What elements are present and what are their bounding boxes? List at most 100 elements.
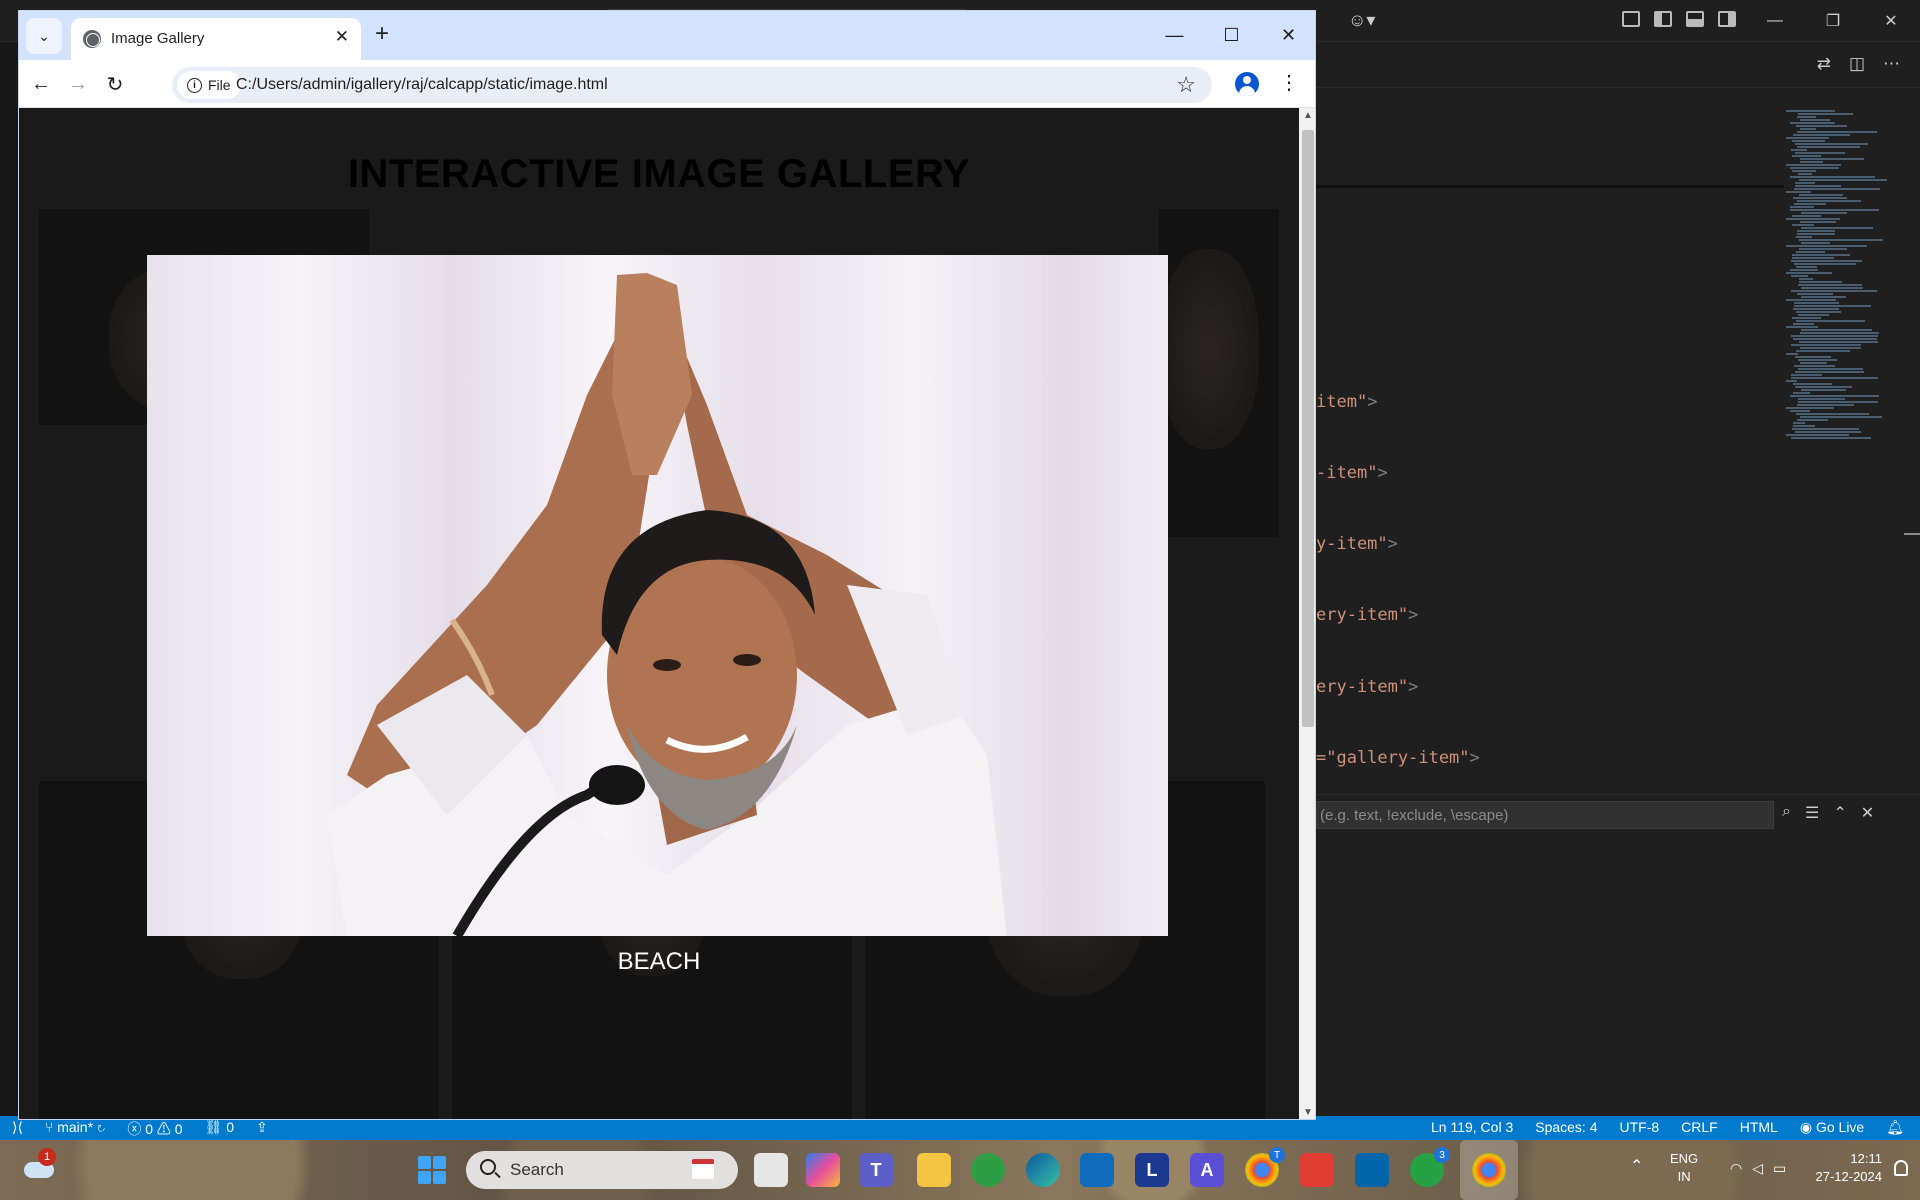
scrollbar-thumb[interactable] [1302, 130, 1314, 727]
activity-bar [0, 42, 18, 1116]
chrome-profile-icon[interactable]: T [1245, 1147, 1285, 1187]
notification-bell-icon[interactable] [1894, 1160, 1908, 1176]
lightbox-caption: BEACH [617, 948, 701, 975]
minimap-line [1800, 221, 1837, 223]
minimap-line [1798, 113, 1853, 115]
language-indicator[interactable]: ENG IN [1670, 1150, 1698, 1186]
lightbox-image[interactable] [147, 255, 1168, 936]
chevron-up-icon[interactable]: ⌃ [1630, 1156, 1643, 1176]
weather-widget[interactable]: 1 [24, 1148, 56, 1178]
site-info-button[interactable]: i File [177, 71, 241, 99]
file-explorer-icon[interactable] [917, 1153, 951, 1187]
address-bar[interactable]: i File C:/Users/admin/igallery/raj/calca… [172, 67, 1212, 103]
encoding[interactable]: UTF-8 [1620, 1119, 1660, 1136]
minimap-line [1795, 431, 1861, 433]
minimap-line [1786, 164, 1841, 166]
customize-layout-icon[interactable] [1622, 11, 1640, 27]
terminal-find-bar: (e.g. text, !exclude, \escape) ⌕ ☰ ⌃ ✕ [1316, 794, 1920, 834]
minimap-line [1797, 230, 1836, 232]
star-icon[interactable]: ☆ [1176, 72, 1196, 98]
restore-icon[interactable]: ❐ [1804, 0, 1862, 42]
new-tab-button[interactable]: + [375, 22, 389, 46]
close-icon[interactable]: ✕ [1861, 803, 1874, 823]
scroll-down-arrow-icon[interactable]: ▼ [1299, 1105, 1315, 1119]
maximize-icon[interactable]: ☐ [1203, 11, 1260, 60]
system-icons[interactable]: ◠ ◁ ▭ [1730, 1160, 1786, 1177]
reload-icon[interactable]: ↻ [101, 70, 129, 98]
profile-icon[interactable] [1235, 72, 1259, 96]
task-view-icon[interactable] [754, 1153, 788, 1187]
more-actions-icon[interactable]: ⋯ [1883, 54, 1900, 74]
copilot-app-icon[interactable] [806, 1153, 840, 1187]
minimap-line [1792, 254, 1851, 256]
minimize-icon[interactable]: — [1746, 0, 1804, 42]
edge-icon[interactable] [1026, 1153, 1060, 1187]
tab-image-gallery[interactable]: Image Gallery ✕ [71, 18, 361, 60]
cursor-position[interactable]: Ln 119, Col 3 [1431, 1119, 1513, 1136]
share-icon[interactable]: ⇪ [256, 1119, 268, 1139]
split-editor-icon[interactable]: ◫ [1849, 54, 1865, 74]
toggle-secondary-sidebar-icon[interactable] [1718, 11, 1736, 27]
gallery-item[interactable] [1159, 209, 1279, 537]
search-icon[interactable]: ⌕ [1782, 803, 1791, 823]
back-arrow-icon[interactable]: ← [27, 70, 55, 98]
vscode-icon[interactable] [1355, 1153, 1389, 1187]
language-mode[interactable]: HTML [1740, 1119, 1778, 1136]
chevron-up-icon[interactable]: ⌃ [1833, 803, 1846, 823]
scroll-up-arrow-icon[interactable]: ▲ [1299, 108, 1315, 124]
chrome-icon[interactable] [1472, 1153, 1506, 1187]
tab-title: Image Gallery [111, 30, 205, 47]
remote-icon[interactable]: ⟩⟨ [12, 1119, 23, 1139]
chevron-down-icon[interactable]: ⌄ [26, 18, 62, 54]
indentation[interactable]: Spaces: 4 [1535, 1119, 1597, 1136]
notifications-icon[interactable]: 🔔︎ [1886, 1119, 1904, 1136]
minimap-line [1793, 338, 1878, 340]
taskbar-search[interactable]: Search [466, 1151, 738, 1189]
copilot-icon[interactable]: ☺▾ [1348, 10, 1375, 31]
teams-icon[interactable]: T [859, 1153, 893, 1187]
close-icon[interactable]: ✕ [335, 27, 349, 47]
close-icon[interactable]: ✕ [1862, 0, 1920, 42]
forward-arrow-icon[interactable]: → [64, 70, 92, 98]
brave-icon[interactable] [1300, 1153, 1334, 1187]
open-changes-icon[interactable]: ⇄ [1817, 54, 1831, 74]
page-viewport[interactable]: INTERACTIVE IMAGE GALLERY BEACH [19, 108, 1299, 1119]
code-line: item"> [1316, 392, 1378, 412]
kebab-menu-icon[interactable]: ⋮ [1279, 71, 1299, 95]
layout-controls [1622, 11, 1736, 27]
minimize-icon[interactable]: — [1146, 11, 1203, 60]
minimap-line [1799, 239, 1884, 241]
clock[interactable]: 12:11 27-12-2024 [1812, 1150, 1883, 1186]
whatsapp-icon[interactable]: 3 [1410, 1147, 1450, 1187]
minimap-line [1796, 350, 1851, 352]
filter-lines-icon[interactable]: ☰ [1805, 803, 1819, 823]
minimap-line [1793, 323, 1814, 325]
start-button[interactable] [418, 1156, 446, 1184]
close-icon[interactable]: ✕ [1260, 11, 1315, 60]
branch-indicator[interactable]: ⑂ main* ↻ [45, 1119, 105, 1139]
browser-toolbar: ← → ↻ i File C:/Users/admin/igallery/raj… [19, 60, 1315, 108]
find-input[interactable]: (e.g. text, !exclude, \escape) [1316, 801, 1774, 829]
minimap[interactable] [1786, 110, 1906, 440]
toggle-panel-icon[interactable] [1686, 11, 1704, 27]
store-icon[interactable] [1080, 1153, 1114, 1187]
go-live-button[interactable]: ◉ Go Live [1800, 1119, 1864, 1136]
vertical-scrollbar[interactable]: ▲ ▼ [1299, 108, 1315, 1119]
toggle-primary-sidebar-icon[interactable] [1654, 11, 1672, 27]
refresh-app-icon[interactable] [971, 1153, 1005, 1187]
end-of-line[interactable]: CRLF [1681, 1119, 1718, 1136]
minimap-line [1799, 194, 1843, 196]
portrait-illustration [147, 255, 1168, 936]
editor-divider [1316, 185, 1784, 188]
minimap-line [1796, 125, 1847, 127]
l-app-icon[interactable]: L [1135, 1153, 1169, 1187]
arc-app-icon[interactable]: A [1190, 1153, 1224, 1187]
volume-icon: ◁ [1752, 1160, 1763, 1176]
minimap-line [1796, 266, 1817, 268]
ports-indicator[interactable]: ⛓ 0 [205, 1119, 234, 1139]
problems-indicator[interactable]: ⓧ 0 ⚠ 0 [127, 1119, 182, 1139]
url-text[interactable]: C:/Users/admin/igallery/raj/calcapp/stat… [236, 76, 608, 94]
minimap-line [1791, 437, 1871, 439]
editor-scroll-marker [1904, 533, 1920, 535]
minimap-line [1786, 110, 1836, 112]
